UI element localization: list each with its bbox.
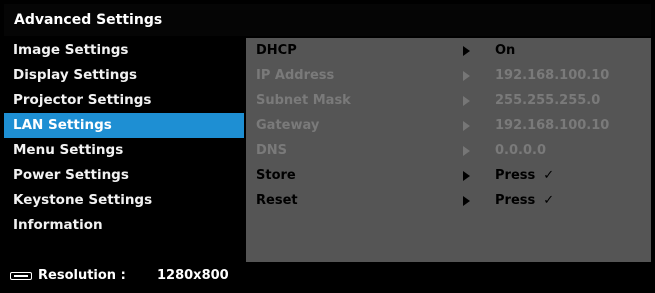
resolution-label: Resolution : — [38, 268, 126, 283]
sidebar-item-keystone-settings[interactable]: Keystone Settings — [4, 188, 244, 213]
setting-row-reset[interactable]: Reset Press ✓ — [246, 188, 651, 213]
menu-title: Advanced Settings — [4, 4, 651, 36]
setting-label: Subnet Mask — [256, 93, 351, 108]
monitor-icon — [10, 272, 32, 280]
status-bar: Resolution : 1280x800 — [4, 263, 651, 289]
setting-row-dns: DNS 0.0.0.0 — [246, 138, 651, 163]
arrow-right-icon — [463, 96, 470, 106]
checkmark-icon: ✓ — [543, 168, 555, 183]
sidebar-item-projector-settings[interactable]: Projector Settings — [4, 88, 244, 113]
sidebar-item-information[interactable]: Information — [4, 213, 244, 238]
sidebar-item-lan-settings[interactable]: LAN Settings — [4, 113, 244, 138]
setting-value: 192.168.100.10 — [495, 118, 610, 133]
sidebar-item-power-settings[interactable]: Power Settings — [4, 163, 244, 188]
setting-label: Store — [256, 168, 296, 183]
arrow-right-icon — [463, 171, 470, 181]
setting-row-subnet-mask: Subnet Mask 255.255.255.0 — [246, 88, 651, 113]
resolution-value: 1280x800 — [157, 268, 229, 283]
lan-settings-panel: DHCP On IP Address 192.168.100.10 Subnet… — [246, 38, 651, 262]
setting-value: Press ✓ — [495, 168, 555, 183]
arrow-right-icon — [463, 146, 470, 156]
arrow-right-icon — [463, 121, 470, 131]
setting-row-dhcp[interactable]: DHCP On — [246, 38, 651, 63]
arrow-right-icon — [463, 71, 470, 81]
setting-label: DNS — [256, 143, 288, 158]
sidebar-item-display-settings[interactable]: Display Settings — [4, 63, 244, 88]
setting-value: On — [495, 43, 516, 58]
setting-value: 192.168.100.10 — [495, 68, 610, 83]
setting-row-store[interactable]: Store Press ✓ — [246, 163, 651, 188]
setting-label: IP Address — [256, 68, 335, 83]
arrow-right-icon — [463, 196, 470, 206]
setting-label: DHCP — [256, 43, 297, 58]
setting-value: Press ✓ — [495, 193, 555, 208]
arrow-right-icon — [463, 46, 470, 56]
setting-value: 255.255.255.0 — [495, 93, 601, 108]
setting-row-ip-address: IP Address 192.168.100.10 — [246, 63, 651, 88]
checkmark-icon: ✓ — [543, 193, 555, 208]
sidebar: Image Settings Display Settings Projecto… — [4, 38, 244, 262]
sidebar-item-image-settings[interactable]: Image Settings — [4, 38, 244, 63]
setting-label: Gateway — [256, 118, 320, 133]
setting-value: 0.0.0.0 — [495, 143, 546, 158]
sidebar-item-menu-settings[interactable]: Menu Settings — [4, 138, 244, 163]
setting-row-gateway: Gateway 192.168.100.10 — [246, 113, 651, 138]
setting-label: Reset — [256, 193, 298, 208]
osd-menu: Advanced Settings Image Settings Display… — [0, 0, 655, 293]
